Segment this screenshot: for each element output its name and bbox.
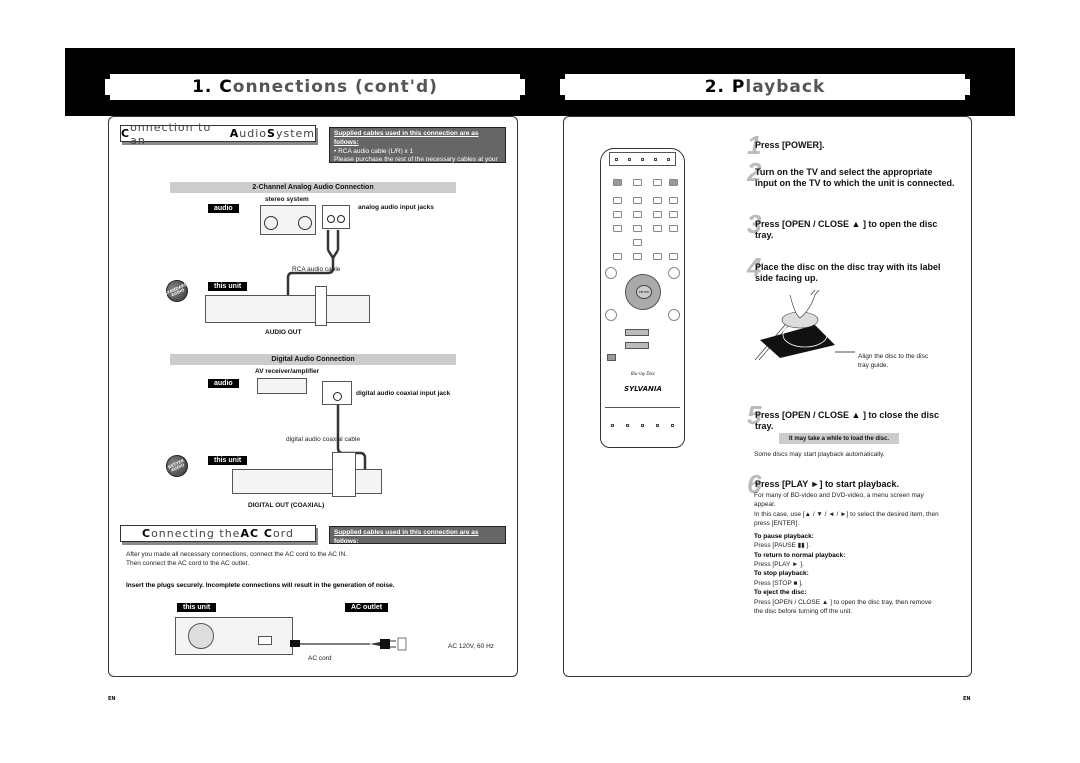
right-page-title: 2. Playback	[560, 74, 970, 100]
tip-heading: To stop playback:	[754, 570, 809, 578]
ac-warning: Insert the plugs securely. Incomplete co…	[126, 582, 395, 589]
section-heading-audio-system: Connection to an Audio System	[120, 120, 316, 147]
this-unit-tag: this unit	[208, 282, 248, 291]
analog-connection-title: 2-Channel Analog Audio Connection	[170, 182, 456, 193]
player-rear-fan	[175, 617, 293, 655]
step-2: 2 Turn on the TV and select the appropria…	[747, 157, 955, 188]
footer-right-lang: EN	[963, 696, 971, 702]
tip-text: Press [PLAY ► ].	[754, 560, 804, 568]
footer-left-lang: EN	[108, 696, 116, 702]
tip-text: Press [PAUSE ▮▮ ].	[754, 542, 811, 550]
stereo-system-label: stereo system	[265, 196, 309, 203]
bluray-logo: Blu-ray Disc	[630, 371, 656, 376]
supplied-cables-box-audio: Supplied cables used in this connection …	[329, 127, 506, 172]
tip-text: Press [OPEN / CLOSE ▲ ] to open the disc…	[754, 598, 932, 616]
coaxial-input-panel	[322, 381, 352, 405]
ac-cord	[290, 637, 407, 651]
remote-dpad: ENTER	[625, 274, 661, 310]
this-unit-tag-ac: this unit	[177, 603, 217, 612]
digital-out-label: DIGITAL OUT (COAXIAL)	[248, 502, 325, 509]
tip-heading: To pause playback:	[754, 532, 814, 540]
tip-text: Press [STOP ■ ].	[754, 579, 803, 587]
right-title-text: 2. Playback	[704, 77, 826, 97]
sylvania-logo: SYLVANIA	[624, 385, 662, 393]
step-5: 5 Press [OPEN / CLOSE ▲ ] to close the di…	[747, 400, 939, 431]
step-1: 1 Press [POWER].	[747, 130, 825, 160]
digital-out-panel	[332, 452, 356, 497]
left-panel	[108, 116, 518, 677]
remote-play-button	[625, 329, 649, 336]
player-rear-panel-digital	[232, 469, 382, 494]
ac-instructions: After you made all necessary connections…	[126, 551, 348, 568]
rca-cable-label: RCA audio cable	[292, 266, 341, 273]
this-unit-tag-digital: this unit	[208, 456, 248, 465]
ac-cord-label: AC cord	[308, 655, 332, 662]
audio-tag-digital: audio	[208, 379, 239, 388]
disc-caption: Align the disc to the disc tray guide.	[858, 353, 929, 370]
step-6-details: For many of BD-video and DVD-video, a me…	[754, 492, 939, 616]
load-note: It may take a while to load the disc.	[779, 433, 899, 444]
left-page-title: 1. Connections (cont'd)	[105, 74, 525, 100]
player-rear-panel	[205, 295, 370, 323]
step-3: 3 Press [OPEN / CLOSE ▲ ] to open the dis…	[747, 209, 938, 240]
disc-tray-illustration	[755, 290, 855, 360]
remote-power-button	[613, 179, 622, 186]
av-receiver-device	[257, 378, 307, 394]
audio-tag: audio	[208, 204, 239, 213]
remote-pause-button	[607, 354, 616, 361]
step-4: 4 Place the disc on the disc tray with it…	[747, 252, 941, 283]
coaxial-jack-label: digital audio coaxial input jack	[356, 390, 451, 397]
digital-connection-title: Digital Audio Connection	[170, 354, 456, 365]
remote-eject-button	[669, 179, 678, 186]
ac-power-label: AC 120V, 60 Hz	[448, 643, 495, 650]
section-heading-ac-cord: Connecting the AC Cord	[120, 525, 316, 542]
step-6: 6 Press [PLAY ►] to start playback.	[747, 469, 899, 499]
remote-control: ENTER Blu-ray Disc SYLVANIA	[600, 148, 685, 448]
ac-outlet-tag: AC outlet	[345, 603, 389, 612]
tip-heading: To eject the disc:	[754, 589, 807, 597]
av-receiver-label: AV receiver/amplifier	[255, 368, 320, 375]
audio-out-label: AUDIO OUT	[265, 329, 302, 336]
audio-in-panel	[322, 205, 350, 229]
coaxial-cable-label: digital audio coaxial cable	[286, 436, 361, 443]
audio-out-panel	[315, 286, 327, 326]
remote-stop-button	[625, 342, 649, 349]
supplied-cables-box-ac: Supplied cables used in this connection …	[329, 526, 506, 554]
left-title-text: 1. Connections (cont'd)	[192, 77, 438, 97]
tip-heading: To return to normal playback:	[754, 551, 846, 559]
auto-play-note: Some discs may start playback automatica…	[754, 451, 885, 458]
analog-jacks-label: analog audio input jacks	[358, 204, 434, 211]
